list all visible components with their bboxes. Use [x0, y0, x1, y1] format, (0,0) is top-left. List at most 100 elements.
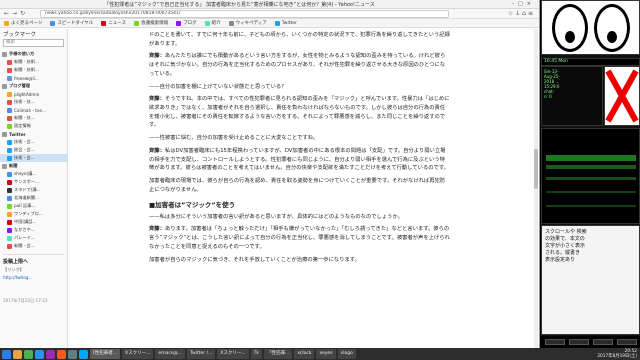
sidebar-bookmark[interactable]: 技術 - 技...	[0, 98, 67, 106]
taskbar: [性犯罪者... Xスクリー... emacs@... Twitter /... Xスク…	[0, 348, 640, 360]
bookmark-label: ウィキペディア	[235, 21, 267, 26]
favicon-icon	[176, 20, 182, 26]
sidebar-item-label: パレード...	[14, 235, 35, 240]
start-menu-icon[interactable]	[2, 349, 11, 359]
launcher-icon[interactable]	[68, 349, 77, 359]
forward-icon[interactable]: →	[12, 10, 20, 17]
speaker-label: 斉藤：	[149, 226, 165, 233]
sidebar-bookmark[interactable]: 技術 - 会...	[0, 154, 67, 162]
sidebar-folder[interactable]: 手帳の使い方	[0, 50, 67, 58]
sidebar-bookmark[interactable]: 中国(講話...	[0, 218, 67, 226]
bookmark-toolbar-item[interactable]: 会議検索情報	[134, 20, 168, 26]
bookmark-toolbar-item[interactable]: Twitter	[274, 20, 297, 26]
left-eye-icon	[552, 4, 588, 52]
sidebar-search-input[interactable]: 検索	[3, 39, 64, 47]
close-icon[interactable]: ×	[527, 1, 535, 7]
taskbar-task[interactable]: Twitter /...	[186, 349, 216, 359]
folder-icon	[2, 131, 7, 137]
right-eye-icon	[594, 4, 630, 52]
favicon-icon	[134, 20, 140, 26]
article-paragraph: 斉藤：私はDV加害者臨床にも15年程携わっていますが、DV加害者の中にある根本の…	[149, 147, 450, 173]
scrollbar-thumb[interactable]	[534, 149, 538, 189]
bookmark-label: ブログ	[183, 21, 197, 26]
sidebar-bookmark[interactable]: パレード...	[0, 234, 67, 242]
xeyes-window	[541, 0, 640, 55]
article-body: ドのことを書いて、すでに何十年も前に、子どもの頃から、いくつかの特定の状況下で、…	[149, 31, 450, 194]
sidebar-bookmark[interactable]: 総会 - 会...	[0, 146, 67, 154]
back-icon[interactable]: ←	[4, 10, 12, 17]
bookmark-toolbar-item[interactable]: ブログ	[176, 20, 197, 26]
maximize-icon[interactable]: □	[518, 1, 527, 7]
sidebar-bookmark[interactable]: 新聞 - 技術...	[0, 58, 67, 66]
launcher-icon[interactable]	[13, 349, 22, 359]
folder-icon	[2, 163, 7, 169]
sidebar-item-label: Calimah - tve...	[14, 107, 46, 113]
bookmark-toolbar-item[interactable]: ニュース	[101, 20, 126, 26]
sidebar-item-label: Twitter	[9, 131, 26, 137]
sidebar-title: ブックマーク	[3, 32, 37, 38]
sidebar-bookmark[interactable]: freeew@li...	[0, 74, 67, 82]
reload-icon[interactable]: ↻	[20, 10, 28, 17]
sidebar-item-label: 北海道新聞...	[14, 195, 39, 200]
taskbar-task[interactable]: xlogo	[337, 349, 356, 359]
sidebar-bookmark[interactable]: 新聞 - 技...	[0, 114, 67, 122]
sidebar-folder[interactable]: Twitter	[0, 130, 67, 138]
launcher-icon[interactable]	[57, 349, 66, 359]
bookmark-toolbar-item[interactable]: よく見るページ	[4, 20, 42, 26]
sidebar-item-label: サンスポー...	[14, 179, 39, 184]
sidebar-item-label: 新聞 - 技術...	[14, 67, 39, 72]
launcher-icon[interactable]	[35, 349, 44, 359]
article-paragraph: 加害者臨床の現場では、彼らが自らの行為を認め、責任を取る姿勢を身につけていくこと…	[149, 177, 450, 194]
launcher-icon[interactable]	[46, 349, 55, 359]
favicon-icon	[7, 203, 12, 209]
taskbar-task[interactable]: xeyes	[316, 349, 336, 359]
taskbar-task[interactable]: Xスクリー...	[217, 349, 249, 359]
sidebar-bookmark[interactable]: 技術 - 会...	[0, 138, 67, 146]
bookmark-toolbar-item[interactable]: スピードダイヤル	[50, 20, 93, 26]
taskbar-task[interactable]: [性犯罪者...	[90, 349, 121, 359]
taskbar-task[interactable]: 「性犯罪...	[264, 349, 293, 359]
sidebar-folder[interactable]: 新聞	[0, 162, 67, 170]
url-bar[interactable]: news.yahoo.co.jp/byline/saitoakiyoshi/20…	[40, 10, 449, 18]
taskbar-task[interactable]: Tk	[250, 349, 263, 359]
article-paragraph: ——自分の加害を棚に上げていない状態だと思っている？	[149, 83, 450, 92]
launcher-icon[interactable]	[79, 349, 88, 359]
taskbar-task[interactable]: emacs@...	[155, 349, 185, 359]
favicon-icon	[7, 99, 12, 105]
sidebar-folder[interactable]: ブログ管理	[0, 82, 67, 90]
sidebar-bookmark[interactable]: pull 記事...	[0, 202, 67, 210]
page-scrollbar[interactable]	[534, 29, 538, 348]
launcher-icon[interactable]	[24, 349, 33, 359]
bookmark-label: 紹介	[211, 21, 221, 26]
sidebar-bookmark[interactable]: plightAdmin	[0, 90, 67, 98]
bookmark-toolbar-item[interactable]: 紹介	[204, 20, 221, 26]
sidebar-bookmark[interactable]: スラドで(講...	[0, 186, 67, 194]
taskbar-task[interactable]: xclock	[294, 349, 315, 359]
sidebar-bookmark[interactable]: 固定情報	[0, 122, 67, 130]
sidebar-bookmark[interactable]: Calimah - tve...	[0, 106, 67, 114]
favicon-icon	[7, 107, 12, 113]
navigation-bar: ←→↻ news.yahoo.co.jp/byline/saitoakiyosh…	[0, 9, 539, 19]
favicon-icon	[7, 195, 12, 201]
bookmark-toolbar-item[interactable]: ウィキペディア	[228, 20, 267, 26]
taskbar-clock[interactable]: 20:52 2017年8月19日(土)	[597, 349, 637, 359]
taskbar-task[interactable]: Xスクリー...	[122, 349, 154, 359]
sidebar-item-label: 新聞 - 会...	[14, 243, 35, 248]
speaker-label: 斉藤：	[149, 53, 165, 60]
window-controls[interactable]: –□×	[512, 1, 535, 7]
sidebar-bookmark[interactable]: サンスポー...	[0, 178, 67, 186]
menu-icon[interactable]: ≡	[528, 10, 535, 17]
sidebar-bookmark[interactable]: 新聞 - 技術...	[0, 66, 67, 74]
favicon-icon	[7, 243, 12, 249]
paragraph-text: ドのことを書いて、すでに何十年も前に、子どもの頃から、いくつかの特定の状況下で、…	[149, 32, 450, 47]
sidebar-item-label: shoyo(講...	[14, 171, 37, 176]
clock-window: 16:45 Mon	[541, 58, 640, 66]
sidebar-bookmark[interactable]: shoyo(講...	[0, 170, 67, 178]
twitter-widget-link[interactable]: http://twilog...	[3, 275, 64, 280]
paragraph-text: ——自分の加害を棚に上げていない状態だと思っている？	[149, 83, 287, 90]
bookmark-label: スピードダイヤル	[57, 21, 94, 26]
sidebar-bookmark[interactable]: 新聞 - 会...	[0, 242, 67, 250]
sidebar-bookmark[interactable]: ながさや...	[0, 226, 67, 234]
sidebar-bookmark[interactable]: 北海道新聞...	[0, 194, 67, 202]
sidebar-bookmark[interactable]: ワンディブロ...	[0, 210, 67, 218]
